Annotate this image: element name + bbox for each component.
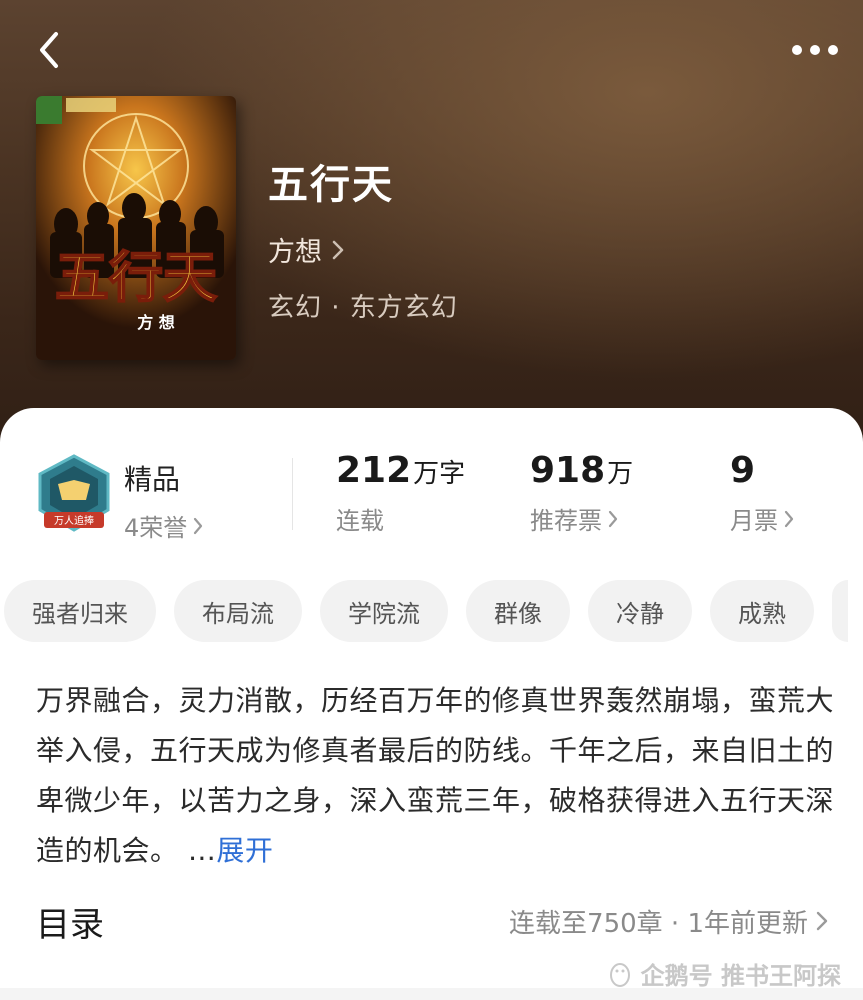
more-dots-icon — [792, 45, 838, 55]
quality-stat[interactable]: 精品 4荣誉 — [124, 458, 203, 543]
recommend-label: 推荐票 — [530, 507, 602, 535]
chevron-left-icon — [40, 32, 58, 68]
book-title: 五行天 — [268, 161, 394, 208]
honors-count: 4荣誉 — [124, 514, 188, 542]
word-unit: 万字 — [413, 459, 466, 489]
detail-card: 万人追捧 精品 4荣誉 212万字 连载 918万 推荐票 9 月票 强者归来 … — [0, 408, 863, 1000]
toc-status: 连载至750章 · 1年前更新 — [509, 908, 808, 939]
book-info: 五行天 方想 玄幻 · 东方玄幻 — [268, 152, 458, 324]
author-name: 方想 — [268, 237, 322, 268]
chevron-right-icon — [608, 510, 618, 527]
tag-chip[interactable]: 冷静 — [588, 580, 692, 642]
back-button[interactable] — [28, 28, 68, 72]
watermark-text: 企鹅号 推书王阿探 — [640, 962, 841, 990]
badge-ribbon-text: 万人追捧 — [54, 514, 94, 527]
word-count: 212 — [336, 450, 412, 491]
monthly-votes-stat[interactable]: 9 月票 — [730, 450, 794, 536]
stats-row: 万人追捧 精品 4荣誉 212万字 连载 918万 推荐票 9 月票 — [0, 448, 863, 548]
cover-author-art: 方 想 — [137, 313, 175, 332]
chevron-right-icon — [816, 911, 828, 931]
expand-link[interactable]: 展开 — [216, 834, 273, 867]
monthly-label: 月票 — [730, 507, 778, 535]
chevron-right-icon — [194, 517, 203, 534]
tag-chip-partial[interactable] — [832, 580, 848, 642]
tag-chip[interactable]: 布局流 — [174, 580, 302, 642]
word-count-stat: 212万字 连载 — [336, 450, 465, 536]
more-button[interactable] — [787, 32, 843, 68]
cover-title-art: 五行天 — [55, 245, 217, 309]
tag-list: 强者归来 布局流 学院流 群像 冷静 成熟 — [4, 580, 863, 642]
chevron-right-icon — [332, 240, 344, 259]
book-cover[interactable]: 五行天 方 想 — [36, 96, 236, 360]
table-of-contents-row[interactable]: 目录 连载至750章 · 1年前更新 — [36, 896, 828, 946]
genre-line: 玄幻 · 东方玄幻 — [268, 293, 458, 323]
watermark: 企鹅号 推书王阿探 — [607, 956, 841, 991]
recommend-votes-stat[interactable]: 918万 推荐票 — [530, 450, 633, 536]
stats-divider — [292, 458, 293, 530]
recommend-votes: 918 — [530, 450, 606, 491]
synopsis-text: 万界融合，灵力消散，历经百万年的修真世界轰然崩塌，蛮荒大举入侵，五行天成为修真者… — [36, 684, 835, 867]
author-link[interactable]: 方想 — [268, 230, 458, 269]
recommend-unit: 万 — [607, 459, 634, 489]
synopsis: 万界融合，灵力消散，历经百万年的修真世界轰然崩塌，蛮荒大举入侵，五行天成为修真者… — [36, 676, 836, 876]
penguin-icon — [609, 962, 630, 987]
bottom-divider — [0, 988, 863, 1000]
tag-chip[interactable]: 群像 — [466, 580, 570, 642]
chevron-right-icon — [784, 510, 794, 527]
book-cover-art: 五行天 方 想 — [36, 96, 236, 360]
quality-shield-badge-icon[interactable]: 万人追捧 — [36, 454, 112, 534]
quality-label: 精品 — [124, 463, 181, 496]
tag-chip[interactable]: 成熟 — [710, 580, 814, 642]
monthly-votes: 9 — [730, 450, 756, 491]
tag-chip[interactable]: 学院流 — [320, 580, 448, 642]
tag-chip[interactable]: 强者归来 — [4, 580, 156, 642]
serial-status: 连载 — [336, 507, 384, 535]
toc-title: 目录 — [36, 904, 104, 945]
